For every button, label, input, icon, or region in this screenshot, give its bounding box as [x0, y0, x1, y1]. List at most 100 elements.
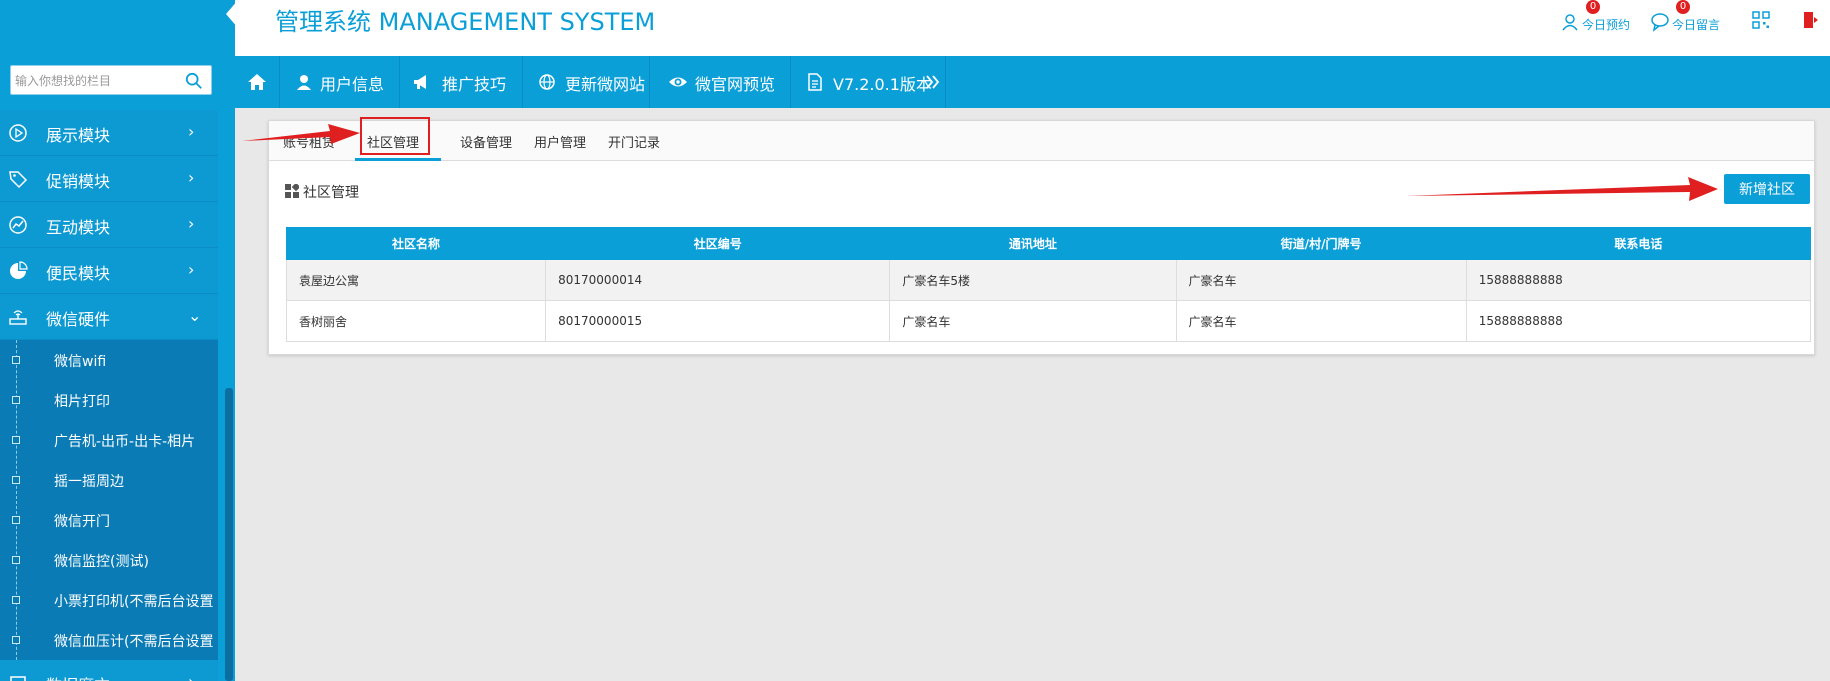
- sidebar-scrollbar[interactable]: [218, 0, 235, 681]
- nav-version[interactable]: V7.2.0.1版本: [791, 56, 946, 108]
- add-community-button[interactable]: 新增社区: [1724, 174, 1810, 204]
- sidebar-menu: 展示模块 › 促销模块 › 互动模块 › 便民模块 › 微信硬件 ⌄ 微信wif…: [0, 110, 218, 681]
- section-title: 社区管理: [303, 185, 359, 201]
- table-row[interactable]: 袁屋边公寓 80170000014 广豪名车5楼 广豪名车 1588888888…: [285, 259, 1812, 301]
- sidebar-item-data-cube[interactable]: 数据魔方 ›: [0, 660, 218, 681]
- nav-user-info[interactable]: 用户信息: [280, 56, 400, 108]
- sidebar-item-display[interactable]: 展示模块 ›: [0, 110, 218, 156]
- router-icon: [9, 310, 27, 325]
- table-cell: 香树丽舍: [285, 300, 547, 342]
- sidebar-subitem-door[interactable]: 微信开门: [0, 500, 218, 540]
- table-cell: 80170000015: [545, 300, 891, 342]
- sidebar-subitem-receipt-printer[interactable]: 小票打印机(不需后台设置: [0, 580, 218, 620]
- sidebar-item-label: 互动模块: [46, 218, 111, 237]
- column-header: 联系电话: [1465, 227, 1812, 260]
- pie-chart-icon: [10, 261, 28, 279]
- table-cell: 广豪名车5楼: [889, 259, 1177, 301]
- messages-badge: 0: [1676, 0, 1690, 14]
- submenu-bullet: [12, 556, 20, 564]
- play-circle-icon: [9, 124, 27, 142]
- column-header: 通讯地址: [889, 227, 1177, 260]
- double-chevron-right-icon: [926, 75, 940, 89]
- app-title: 管理系统 MANAGEMENT SYSTEM: [275, 8, 656, 36]
- table-cell: 广豪名车: [889, 300, 1177, 342]
- table-cell: 15888888888: [1465, 300, 1812, 342]
- table-cell: 80170000014: [545, 259, 891, 301]
- tab-user-management[interactable]: 用户管理: [534, 132, 586, 151]
- sidebar-item-label: 数据魔方: [46, 672, 110, 681]
- submenu-bullet: [12, 436, 20, 444]
- chevron-down-icon: ⌄: [188, 306, 202, 325]
- sidebar-subitem-shake[interactable]: 摇一摇周边: [0, 460, 218, 500]
- user-icon: [1562, 14, 1578, 31]
- sidebar-search: [10, 65, 212, 95]
- nav-update-microsite[interactable]: 更新微网站: [523, 56, 650, 108]
- column-header: 社区名称: [285, 227, 547, 260]
- annotation-highlight-box: [360, 117, 430, 155]
- sidebar-subitem-label: 小票打印机(不需后台设置: [54, 594, 214, 610]
- sidebar-search-input[interactable]: [15, 72, 185, 90]
- submenu-bullet: [12, 596, 20, 604]
- sidebar-item-promotion[interactable]: 促销模块 ›: [0, 156, 218, 202]
- sidebar-item-wechat-hardware[interactable]: 微信硬件 ⌄: [0, 294, 218, 340]
- chevron-right-icon: ›: [188, 260, 195, 279]
- sidebar-item-interaction[interactable]: 互动模块 ›: [0, 202, 218, 248]
- grid-icon: [285, 184, 299, 198]
- sidebar-notch: [226, 0, 235, 28]
- chat-bubble-icon: [1651, 13, 1669, 32]
- table-header-row: 社区名称 社区编号 通讯地址 街道/村/门牌号 联系电话: [285, 227, 1812, 260]
- table-cell: 广豪名车: [1175, 259, 1467, 301]
- table-cell: 15888888888: [1465, 259, 1812, 301]
- scrollbar-thumb[interactable]: [225, 388, 233, 681]
- sidebar-subitem-ad-machine[interactable]: 广告机-出币-出卡-相片: [0, 420, 218, 460]
- sidebar-subitem-blood-pressure[interactable]: 微信血压计(不需后台设置: [0, 620, 218, 660]
- document-icon: [808, 73, 822, 91]
- sidebar-item-label: 展示模块: [46, 126, 111, 145]
- submenu-bullet: [12, 516, 20, 524]
- eye-icon: [669, 77, 687, 87]
- sidebar-item-service[interactable]: 便民模块 ›: [0, 248, 218, 294]
- submenu-bullet: [12, 356, 20, 364]
- search-icon[interactable]: [185, 72, 203, 90]
- tab-bar: 账号租赁 社区管理 设备管理 用户管理 开门记录: [269, 117, 1814, 161]
- tab-door-records[interactable]: 开门记录: [608, 132, 660, 151]
- tab-account-lease[interactable]: 账号租赁: [283, 132, 335, 151]
- community-table: 社区名称 社区编号 通讯地址 街道/村/门牌号 联系电话 袁屋边公寓 80170…: [285, 227, 1812, 342]
- column-header: 社区编号: [545, 227, 891, 260]
- appointments-badge: 0: [1586, 0, 1600, 14]
- nav-home[interactable]: [235, 56, 280, 108]
- qr-code-icon[interactable]: [1752, 11, 1770, 29]
- messages-label: 今日留言: [1672, 18, 1721, 32]
- sidebar-subitem-label: 相片打印: [54, 394, 110, 410]
- chevron-right-icon: ›: [188, 122, 195, 141]
- globe-icon: [539, 74, 555, 90]
- tab-device-management[interactable]: 设备管理: [460, 132, 512, 151]
- nav-label: 用户信息: [320, 75, 385, 94]
- sidebar-subitem-monitor[interactable]: 微信监控(测试): [0, 540, 218, 580]
- logout-icon[interactable]: [1802, 10, 1822, 30]
- nav-promotion-tips[interactable]: 推广技巧: [400, 56, 523, 108]
- tag-icon: [9, 171, 28, 189]
- top-header: 管理系统 MANAGEMENT SYSTEM 0 今日预约 0 今日留言: [235, 0, 1830, 56]
- sidebar-subitem-label: 微信监控(测试): [54, 554, 149, 570]
- sidebar-item-label: 促销模块: [46, 172, 111, 191]
- nav-label: 更新微网站: [565, 75, 646, 94]
- main-navbar: 用户信息 推广技巧 更新微网站 微官网预览 V7.2.0.1版本: [235, 56, 1830, 108]
- nav-label: 微官网预览: [695, 75, 776, 94]
- active-tab-indicator: [355, 158, 441, 161]
- appointments-label: 今日预约: [1582, 18, 1631, 32]
- submenu-bullet: [12, 636, 20, 644]
- sidebar-subitem-label: 广告机-出币-出卡-相片: [54, 434, 196, 450]
- table-cell: 袁屋边公寓: [285, 259, 547, 301]
- nav-site-preview[interactable]: 微官网预览: [650, 56, 791, 108]
- chevron-right-icon: ›: [188, 672, 194, 681]
- main-content: 账号租赁 社区管理 设备管理 用户管理 开门记录 社区管理 新增社区 社区名称 …: [235, 108, 1830, 681]
- sidebar: 展示模块 › 促销模块 › 互动模块 › 便民模块 ›: [0, 0, 235, 681]
- sidebar-subitem-label: 微信血压计(不需后台设置: [54, 634, 214, 650]
- column-header: 街道/村/门牌号: [1175, 227, 1467, 260]
- sidebar-subitem-photo-print[interactable]: 相片打印: [0, 380, 218, 420]
- chart-circle-icon: [9, 216, 27, 234]
- nav-label: 推广技巧: [442, 75, 507, 94]
- sidebar-subitem-wifi[interactable]: 微信wifi: [0, 340, 218, 380]
- table-row[interactable]: 香树丽舍 80170000015 广豪名车 广豪名车 15888888888: [285, 300, 1812, 342]
